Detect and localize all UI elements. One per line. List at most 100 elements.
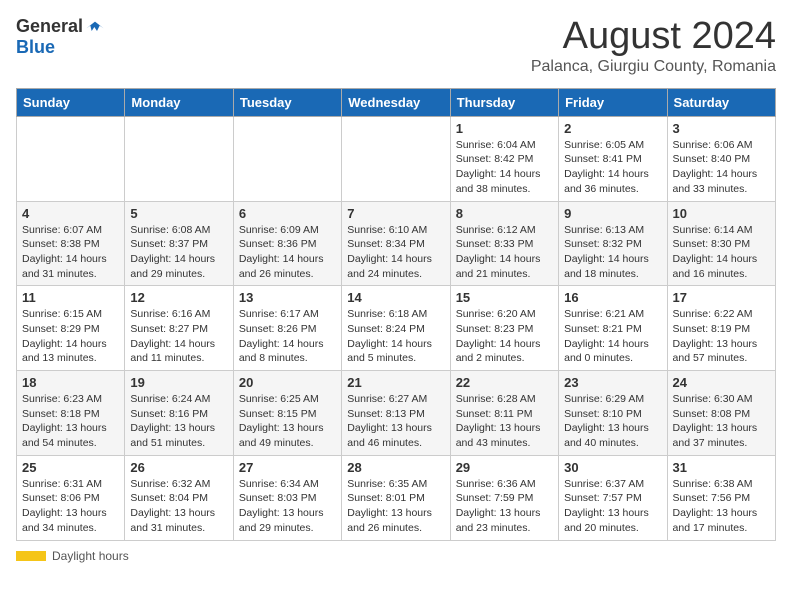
day-number: 9 — [564, 206, 661, 221]
calendar-week-row: 18Sunrise: 6:23 AM Sunset: 8:18 PM Dayli… — [17, 371, 776, 456]
day-number: 6 — [239, 206, 336, 221]
day-info: Sunrise: 6:30 AM Sunset: 8:08 PM Dayligh… — [673, 392, 770, 451]
calendar-cell: 25 Sunrise: 6:31 AM Sunset: 8:06 PM Dayli… — [17, 455, 125, 540]
day-info: Sunrise: 6:37 AM Sunset: 7:57 PM Dayligh… — [564, 477, 661, 536]
calendar-cell: 18Sunrise: 6:23 AM Sunset: 8:18 PM Dayli… — [17, 371, 125, 456]
calendar-cell: 26Sunrise: 6:32 AM Sunset: 8:04 PM Dayli… — [125, 455, 233, 540]
calendar-cell: 9 Sunrise: 6:13 AM Sunset: 8:32 PM Daylig… — [559, 201, 667, 286]
day-info: Sunrise: 6:14 AM Sunset: 8:30 PM Dayligh… — [673, 223, 770, 282]
calendar-cell: 23Sunrise: 6:29 AM Sunset: 8:10 PM Dayli… — [559, 371, 667, 456]
day-info: Sunrise: 6:36 AM Sunset: 7:59 PM Dayligh… — [456, 477, 553, 536]
day-info: Sunrise: 6:17 AM Sunset: 8:26 PM Dayligh… — [239, 307, 336, 366]
day-info: Sunrise: 6:15 AM Sunset: 8:29 PM Dayligh… — [22, 307, 119, 366]
day-info: Sunrise: 6:31 AM Sunset: 8:06 PM Dayligh… — [22, 477, 119, 536]
calendar-cell: 13 Sunrise: 6:17 AM Sunset: 8:26 PM Dayli… — [233, 286, 341, 371]
logo-bird-icon — [85, 17, 105, 37]
day-info: Sunrise: 6:18 AM Sunset: 8:24 PM Dayligh… — [347, 307, 444, 366]
day-info: Sunrise: 6:24 AM Sunset: 8:16 PM Dayligh… — [130, 392, 227, 451]
calendar-header-wednesday: Wednesday — [342, 88, 450, 116]
day-number: 1 — [456, 121, 553, 136]
calendar-cell — [125, 116, 233, 201]
calendar-header-friday: Friday — [559, 88, 667, 116]
calendar-cell: 1 Sunrise: 6:04 AM Sunset: 8:42 PM Daylig… — [450, 116, 558, 201]
header: General Blue August 2024 Palanca, Giurgi… — [16, 16, 776, 76]
calendar-cell — [233, 116, 341, 201]
calendar-header-tuesday: Tuesday — [233, 88, 341, 116]
day-number: 27 — [239, 460, 336, 475]
day-number: 2 — [564, 121, 661, 136]
day-number: 8 — [456, 206, 553, 221]
calendar-cell: 20Sunrise: 6:25 AM Sunset: 8:15 PM Dayli… — [233, 371, 341, 456]
calendar-cell: 31Sunrise: 6:38 AM Sunset: 7:56 PM Dayli… — [667, 455, 775, 540]
calendar-header-sunday: Sunday — [17, 88, 125, 116]
logo-blue-text: Blue — [16, 37, 55, 58]
day-info: Sunrise: 6:35 AM Sunset: 8:01 PM Dayligh… — [347, 477, 444, 536]
day-info: Sunrise: 6:07 AM Sunset: 8:38 PM Dayligh… — [22, 223, 119, 282]
calendar-cell: 6Sunrise: 6:09 AM Sunset: 8:36 PM Daylig… — [233, 201, 341, 286]
calendar-cell: 30 Sunrise: 6:37 AM Sunset: 7:57 PM Dayli… — [559, 455, 667, 540]
day-number: 7 — [347, 206, 444, 221]
day-number: 11 — [22, 290, 119, 305]
day-info: Sunrise: 6:25 AM Sunset: 8:15 PM Dayligh… — [239, 392, 336, 451]
calendar-cell: 4 Sunrise: 6:07 AM Sunset: 8:38 PM Daylig… — [17, 201, 125, 286]
day-info: Sunrise: 6:28 AM Sunset: 8:11 PM Dayligh… — [456, 392, 553, 451]
day-info: Sunrise: 6:12 AM Sunset: 8:33 PM Dayligh… — [456, 223, 553, 282]
day-number: 25 — [22, 460, 119, 475]
day-number: 26 — [130, 460, 227, 475]
calendar-table: SundayMondayTuesdayWednesdayThursdayFrid… — [16, 88, 776, 541]
calendar-cell — [17, 116, 125, 201]
day-number: 30 — [564, 460, 661, 475]
day-number: 12 — [130, 290, 227, 305]
calendar-cell: 5 Sunrise: 6:08 AM Sunset: 8:37 PM Daylig… — [125, 201, 233, 286]
calendar-cell: 17Sunrise: 6:22 AM Sunset: 8:19 PM Dayli… — [667, 286, 775, 371]
calendar-cell: 2 Sunrise: 6:05 AM Sunset: 8:41 PM Daylig… — [559, 116, 667, 201]
calendar-week-row: 11 Sunrise: 6:15 AM Sunset: 8:29 PM Dayli… — [17, 286, 776, 371]
calendar-cell: 12 Sunrise: 6:16 AM Sunset: 8:27 PM Dayli… — [125, 286, 233, 371]
day-info: Sunrise: 6:21 AM Sunset: 8:21 PM Dayligh… — [564, 307, 661, 366]
day-number: 5 — [130, 206, 227, 221]
day-info: Sunrise: 6:16 AM Sunset: 8:27 PM Dayligh… — [130, 307, 227, 366]
day-info: Sunrise: 6:04 AM Sunset: 8:42 PM Dayligh… — [456, 138, 553, 197]
day-number: 16 — [564, 290, 661, 305]
calendar-week-row: 1 Sunrise: 6:04 AM Sunset: 8:42 PM Daylig… — [17, 116, 776, 201]
day-info: Sunrise: 6:13 AM Sunset: 8:32 PM Dayligh… — [564, 223, 661, 282]
day-number: 28 — [347, 460, 444, 475]
calendar-cell: 11 Sunrise: 6:15 AM Sunset: 8:29 PM Dayli… — [17, 286, 125, 371]
day-info: Sunrise: 6:22 AM Sunset: 8:19 PM Dayligh… — [673, 307, 770, 366]
calendar-header-monday: Monday — [125, 88, 233, 116]
day-info: Sunrise: 6:08 AM Sunset: 8:37 PM Dayligh… — [130, 223, 227, 282]
day-info: Sunrise: 6:10 AM Sunset: 8:34 PM Dayligh… — [347, 223, 444, 282]
day-info: Sunrise: 6:38 AM Sunset: 7:56 PM Dayligh… — [673, 477, 770, 536]
day-number: 18 — [22, 375, 119, 390]
day-number: 4 — [22, 206, 119, 221]
calendar-cell: 24 Sunrise: 6:30 AM Sunset: 8:08 PM Dayli… — [667, 371, 775, 456]
day-number: 10 — [673, 206, 770, 221]
calendar-cell: 29 Sunrise: 6:36 AM Sunset: 7:59 PM Dayli… — [450, 455, 558, 540]
day-number: 14 — [347, 290, 444, 305]
calendar-header-thursday: Thursday — [450, 88, 558, 116]
day-info: Sunrise: 6:34 AM Sunset: 8:03 PM Dayligh… — [239, 477, 336, 536]
day-number: 22 — [456, 375, 553, 390]
calendar-cell: 27 Sunrise: 6:34 AM Sunset: 8:03 PM Dayli… — [233, 455, 341, 540]
logo: General Blue — [16, 16, 105, 58]
main-title: August 2024 — [531, 16, 776, 58]
calendar-cell: 8 Sunrise: 6:12 AM Sunset: 8:33 PM Daylig… — [450, 201, 558, 286]
day-info: Sunrise: 6:05 AM Sunset: 8:41 PM Dayligh… — [564, 138, 661, 197]
footer-note: Daylight hours — [16, 549, 776, 563]
day-number: 21 — [347, 375, 444, 390]
day-info: Sunrise: 6:20 AM Sunset: 8:23 PM Dayligh… — [456, 307, 553, 366]
subtitle: Palanca, Giurgiu County, Romania — [531, 58, 776, 76]
day-number: 29 — [456, 460, 553, 475]
day-number: 23 — [564, 375, 661, 390]
title-area: August 2024 Palanca, Giurgiu County, Rom… — [531, 16, 776, 76]
calendar-header-saturday: Saturday — [667, 88, 775, 116]
daylight-label: Daylight hours — [52, 549, 129, 563]
day-info: Sunrise: 6:27 AM Sunset: 8:13 PM Dayligh… — [347, 392, 444, 451]
day-number: 13 — [239, 290, 336, 305]
calendar-week-row: 25 Sunrise: 6:31 AM Sunset: 8:06 PM Dayli… — [17, 455, 776, 540]
calendar-cell: 3Sunrise: 6:06 AM Sunset: 8:40 PM Daylig… — [667, 116, 775, 201]
calendar-cell: 19Sunrise: 6:24 AM Sunset: 8:16 PM Dayli… — [125, 371, 233, 456]
day-number: 24 — [673, 375, 770, 390]
daylight-bar-icon — [16, 551, 46, 561]
day-number: 3 — [673, 121, 770, 136]
